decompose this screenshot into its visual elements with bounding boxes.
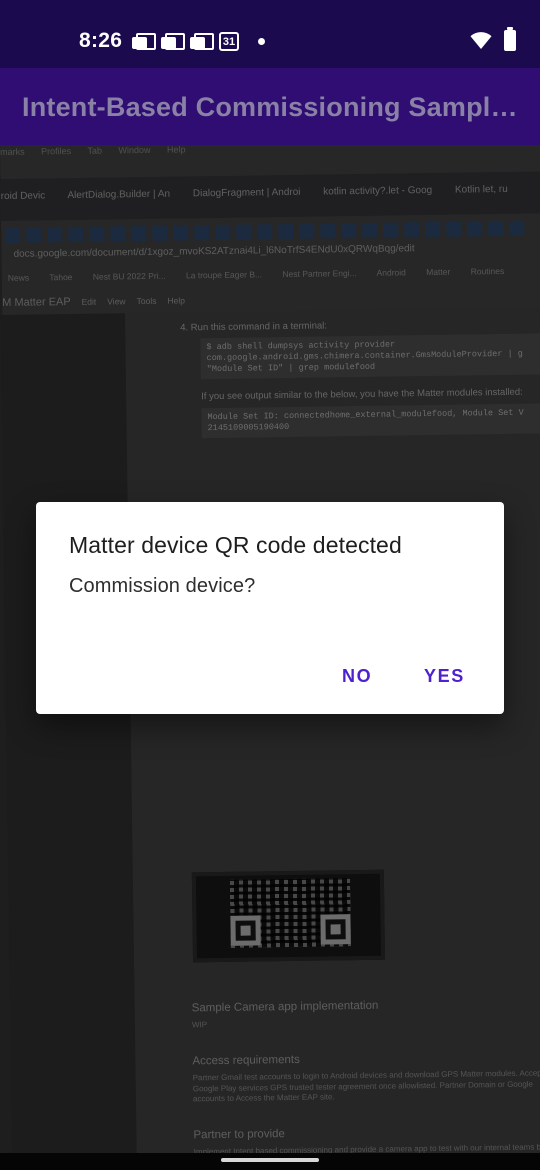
battery-icon [504,27,516,51]
system-icons [470,27,516,51]
dot-icon [258,38,265,45]
commission-dialog: Matter device QR code detected Commissio… [36,502,504,714]
message-icon [132,32,156,51]
dialog-message: Commission device? [69,575,256,597]
message-icon [161,32,185,51]
notification-icons: 31 [132,32,265,51]
app-bar: Intent-Based Commissioning Sampl… [0,68,540,145]
wifi-icon [470,31,492,49]
message-icon [190,32,214,51]
no-button[interactable]: NO [342,654,372,698]
status-bar: 8:26 31 [0,0,540,68]
yes-button[interactable]: YES [424,654,465,698]
calendar-icon: 31 [219,32,239,51]
home-gesture-handle[interactable] [221,1158,319,1162]
navigation-bar [0,1153,540,1170]
app-title: Intent-Based Commissioning Sampl… [22,92,518,122]
status-time: 8:26 [79,29,123,52]
dialog-title: Matter device QR code detected [69,532,402,558]
